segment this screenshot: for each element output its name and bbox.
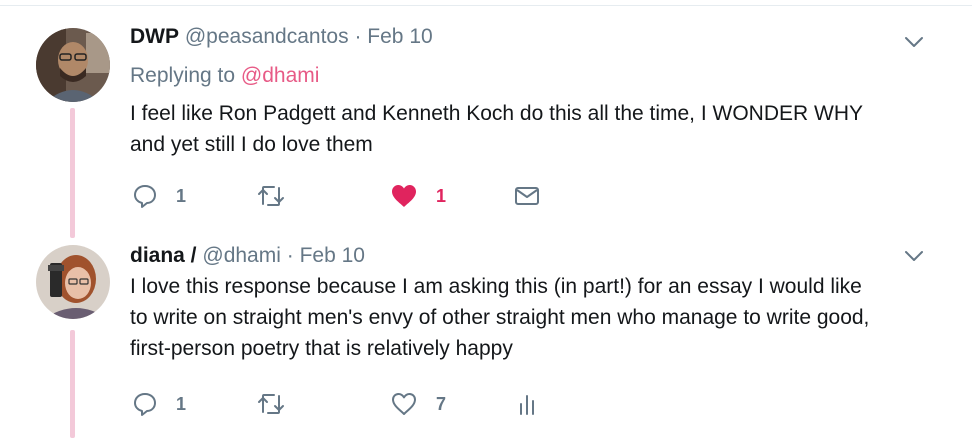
tweet-text-line: first-person poetry that is relatively h… [130, 337, 513, 360]
separator: · [286, 244, 294, 267]
divider [0, 5, 972, 6]
author-handle[interactable]: @peasandcantos [185, 25, 349, 48]
tweet-header: DWP @peasandcantos · Feb 10 [130, 25, 433, 49]
retweet-button[interactable] [256, 389, 286, 419]
tweet-thread: DWP @peasandcantos · Feb 10 Replying to … [0, 0, 972, 439]
heart-filled-icon [390, 183, 418, 209]
thread-line [70, 330, 75, 438]
like-count: 7 [436, 393, 447, 414]
replying-handle-link[interactable]: @dhami [241, 64, 320, 87]
tweet-text-line: and yet still I do love them [130, 133, 373, 156]
tweet-text-line: I feel like Ron Padgett and Kenneth Koch… [130, 102, 864, 125]
author-handle[interactable]: @dhami [202, 244, 281, 267]
separator: · [354, 25, 362, 48]
envelope-icon [514, 183, 540, 209]
author-name[interactable]: DWP [130, 25, 179, 48]
retweet-icon [256, 391, 286, 417]
tweet-text: I feel like Ron Padgett and Kenneth Koch… [130, 98, 930, 160]
reply-count: 1 [176, 393, 187, 414]
thread-line [70, 108, 75, 238]
like-count: 1 [436, 185, 447, 206]
retweet-icon [256, 183, 286, 209]
heart-outline-icon [390, 391, 418, 417]
avatar[interactable] [36, 245, 110, 319]
tweet-text-line: to write on straight men's envy of other… [130, 306, 870, 329]
reply-button[interactable]: 1 [132, 181, 186, 211]
direct-message-button[interactable] [514, 181, 540, 211]
tweet-header: diana / @dhami · Feb 10 [130, 244, 365, 268]
tweet-text-line: I love this response because I am asking… [130, 275, 862, 298]
reply-button[interactable]: 1 [132, 389, 186, 419]
timestamp[interactable]: Feb 10 [300, 244, 365, 267]
tweet-text: I love this response because I am asking… [130, 271, 930, 364]
avatar[interactable] [36, 28, 110, 102]
timestamp[interactable]: Feb 10 [367, 25, 432, 48]
replying-label: Replying to [130, 64, 236, 87]
replying-to: Replying to @dhami [130, 64, 319, 88]
like-button[interactable]: 1 [390, 181, 446, 211]
like-button[interactable]: 7 [390, 389, 446, 419]
reply-icon [132, 391, 158, 417]
author-name[interactable]: diana / [130, 244, 197, 267]
analytics-button[interactable] [516, 389, 538, 419]
reply-count: 1 [176, 185, 187, 206]
analytics-icon [516, 391, 538, 417]
reply-icon [132, 183, 158, 209]
chevron-down-icon[interactable] [902, 30, 926, 54]
chevron-down-icon[interactable] [902, 244, 926, 268]
retweet-button[interactable] [256, 181, 286, 211]
